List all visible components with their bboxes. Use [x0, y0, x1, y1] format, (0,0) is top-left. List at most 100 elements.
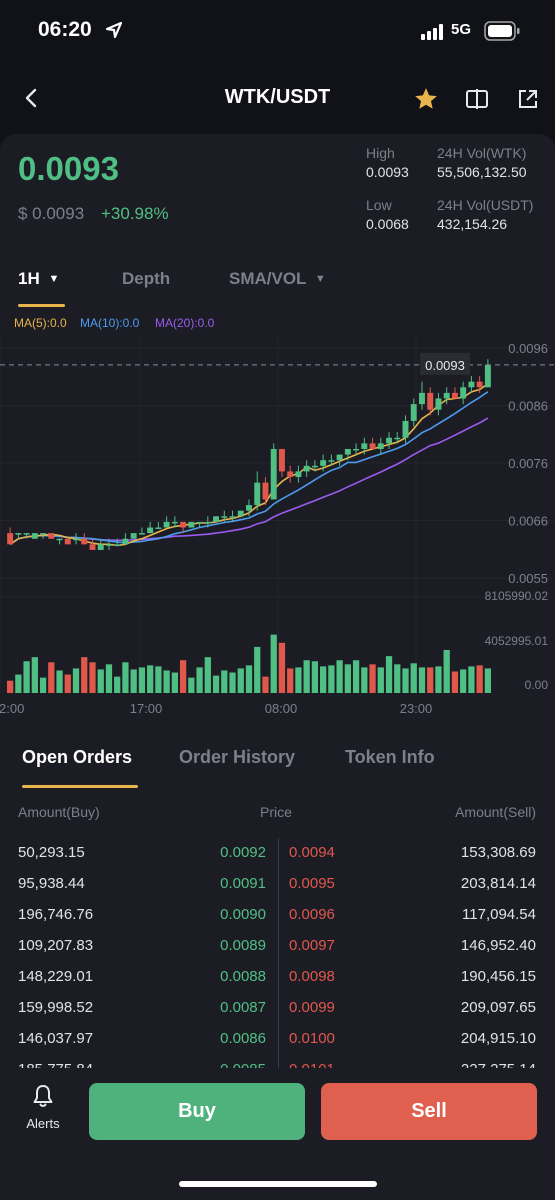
volume-bar [221, 670, 228, 693]
sell-price: 0.0096 [289, 906, 335, 923]
volume-bar [435, 666, 442, 693]
candle-body [287, 471, 294, 478]
sell-amount: 203,814.14 [460, 875, 536, 892]
tab-order-history[interactable]: Order History [179, 747, 295, 768]
candle-body [122, 538, 129, 545]
order-book-row[interactable]: 196,746.76 0.0090 0.0096 117,094.54 [0, 906, 555, 937]
candle-body [262, 482, 269, 500]
low-value: 0.0068 [366, 216, 409, 232]
tab-open-orders[interactable]: Open Orders [22, 747, 132, 768]
buy-amount: 159,998.52 [18, 999, 94, 1016]
candle-body [163, 521, 170, 528]
order-book-row[interactable]: 159,998.52 0.0087 0.0099 209,097.65 [0, 999, 555, 1030]
volume-bar [377, 667, 384, 693]
volume-bar [295, 667, 302, 693]
candle-body [394, 437, 401, 440]
candle-body [270, 448, 277, 500]
tab-depth[interactable]: Depth [122, 269, 170, 289]
time-axis-label: 08:00 [265, 701, 298, 716]
candle-body [89, 544, 96, 550]
volume-bar [270, 634, 277, 693]
price-tick-label: 0.0076 [508, 456, 548, 471]
volume-bar [460, 669, 467, 693]
tab-token-info[interactable]: Token Info [345, 747, 435, 768]
network-label: 5G [451, 21, 472, 38]
buy-amount: 95,938.44 [18, 875, 85, 892]
candle-body [369, 443, 376, 449]
sell-button[interactable]: Sell [321, 1083, 537, 1140]
candle-body [460, 387, 467, 399]
volume-bar [427, 667, 434, 693]
order-book-row[interactable]: 148,229.01 0.0088 0.0098 190,456.15 [0, 968, 555, 999]
candlestick-chart[interactable]: 0.0093 0.0096 0.0086 0.0076 0.0066 0.0055 8105… [0, 335, 555, 720]
volume-bar [311, 661, 319, 693]
volume-bar [212, 675, 220, 693]
candle-body [451, 392, 458, 399]
candle-body [386, 437, 392, 444]
volume-bar [163, 670, 170, 693]
candle-body [237, 510, 244, 517]
vol-quote-value: 432,154.26 [437, 216, 508, 232]
sell-amount: 204,915.10 [460, 1030, 536, 1047]
volume-bar [89, 662, 96, 693]
candle-body [40, 533, 47, 535]
candle-body [147, 527, 154, 534]
volume-bar [402, 668, 409, 693]
time-axis-label: 2:00 [0, 701, 24, 716]
tab-interval-label: 1H [18, 269, 40, 288]
price-tick-label: 0.0096 [508, 341, 548, 356]
volume-bar [328, 665, 335, 693]
alerts-label[interactable]: Alerts [0, 1116, 86, 1131]
candle-body [31, 533, 38, 539]
volume-bar [204, 657, 211, 693]
split-screen-icon[interactable] [465, 88, 489, 110]
volume-bar [155, 666, 162, 693]
volume-bar [23, 661, 30, 693]
candle-body [353, 448, 360, 451]
volume-bar [287, 668, 294, 693]
bell-icon[interactable] [31, 1083, 55, 1109]
candle-body [81, 538, 88, 545]
candle-body [311, 465, 318, 468]
buy-button[interactable]: Buy [89, 1083, 305, 1140]
sell-amount: 190,456.15 [460, 968, 536, 985]
volume-bar [147, 665, 154, 693]
volume-bar [114, 676, 121, 693]
last-price: 0.0093 [18, 150, 119, 187]
price-tick-label: 0.0086 [508, 399, 548, 414]
candle-body [73, 538, 79, 541]
tab-interval-underline [18, 304, 65, 307]
volume-bar [443, 649, 450, 693]
volume-bar [6, 680, 14, 693]
order-book-row[interactable]: 146,037.97 0.0086 0.0100 204,915.10 [0, 1030, 555, 1061]
candle-body [221, 516, 228, 518]
star-icon[interactable] [413, 86, 439, 112]
time-axis-label: 17:00 [130, 701, 163, 716]
header-amount-buy: Amount(Buy) [18, 804, 100, 820]
order-book-row[interactable]: 95,938.44 0.0091 0.0095 203,814.14 [0, 875, 555, 906]
buy-price: 0.0088 [220, 968, 266, 985]
candle-body [303, 465, 310, 472]
volume-bar [72, 668, 80, 693]
vol-quote-label: 24H Vol(USDT) [437, 197, 534, 213]
order-book-row[interactable]: 109,207.83 0.0089 0.0097 146,952.40 [0, 937, 555, 968]
price-tick-label: 0.0066 [508, 514, 548, 529]
volume-bar [122, 662, 129, 693]
volume-bar [484, 668, 492, 693]
tab-interval[interactable]: 1H ▼ [18, 269, 59, 289]
candle-body [180, 521, 187, 528]
volume-bar [188, 677, 195, 693]
volume-bar [138, 667, 146, 693]
signal-icon [421, 24, 443, 40]
candle-body [254, 482, 261, 506]
price-change: +30.98% [101, 204, 169, 223]
candle-body [56, 538, 63, 541]
sell-price: 0.0095 [289, 875, 335, 892]
tab-indicator[interactable]: SMA/VOL ▼ [229, 269, 326, 289]
sell-amount: 117,094.54 [462, 906, 536, 923]
header-price: Price [260, 804, 292, 820]
low-label: Low [366, 197, 392, 213]
order-book-row[interactable]: 50,293.15 0.0092 0.0094 153,308.69 [0, 844, 555, 875]
sell-amount: 153,308.69 [460, 844, 536, 861]
share-icon[interactable] [517, 88, 539, 110]
